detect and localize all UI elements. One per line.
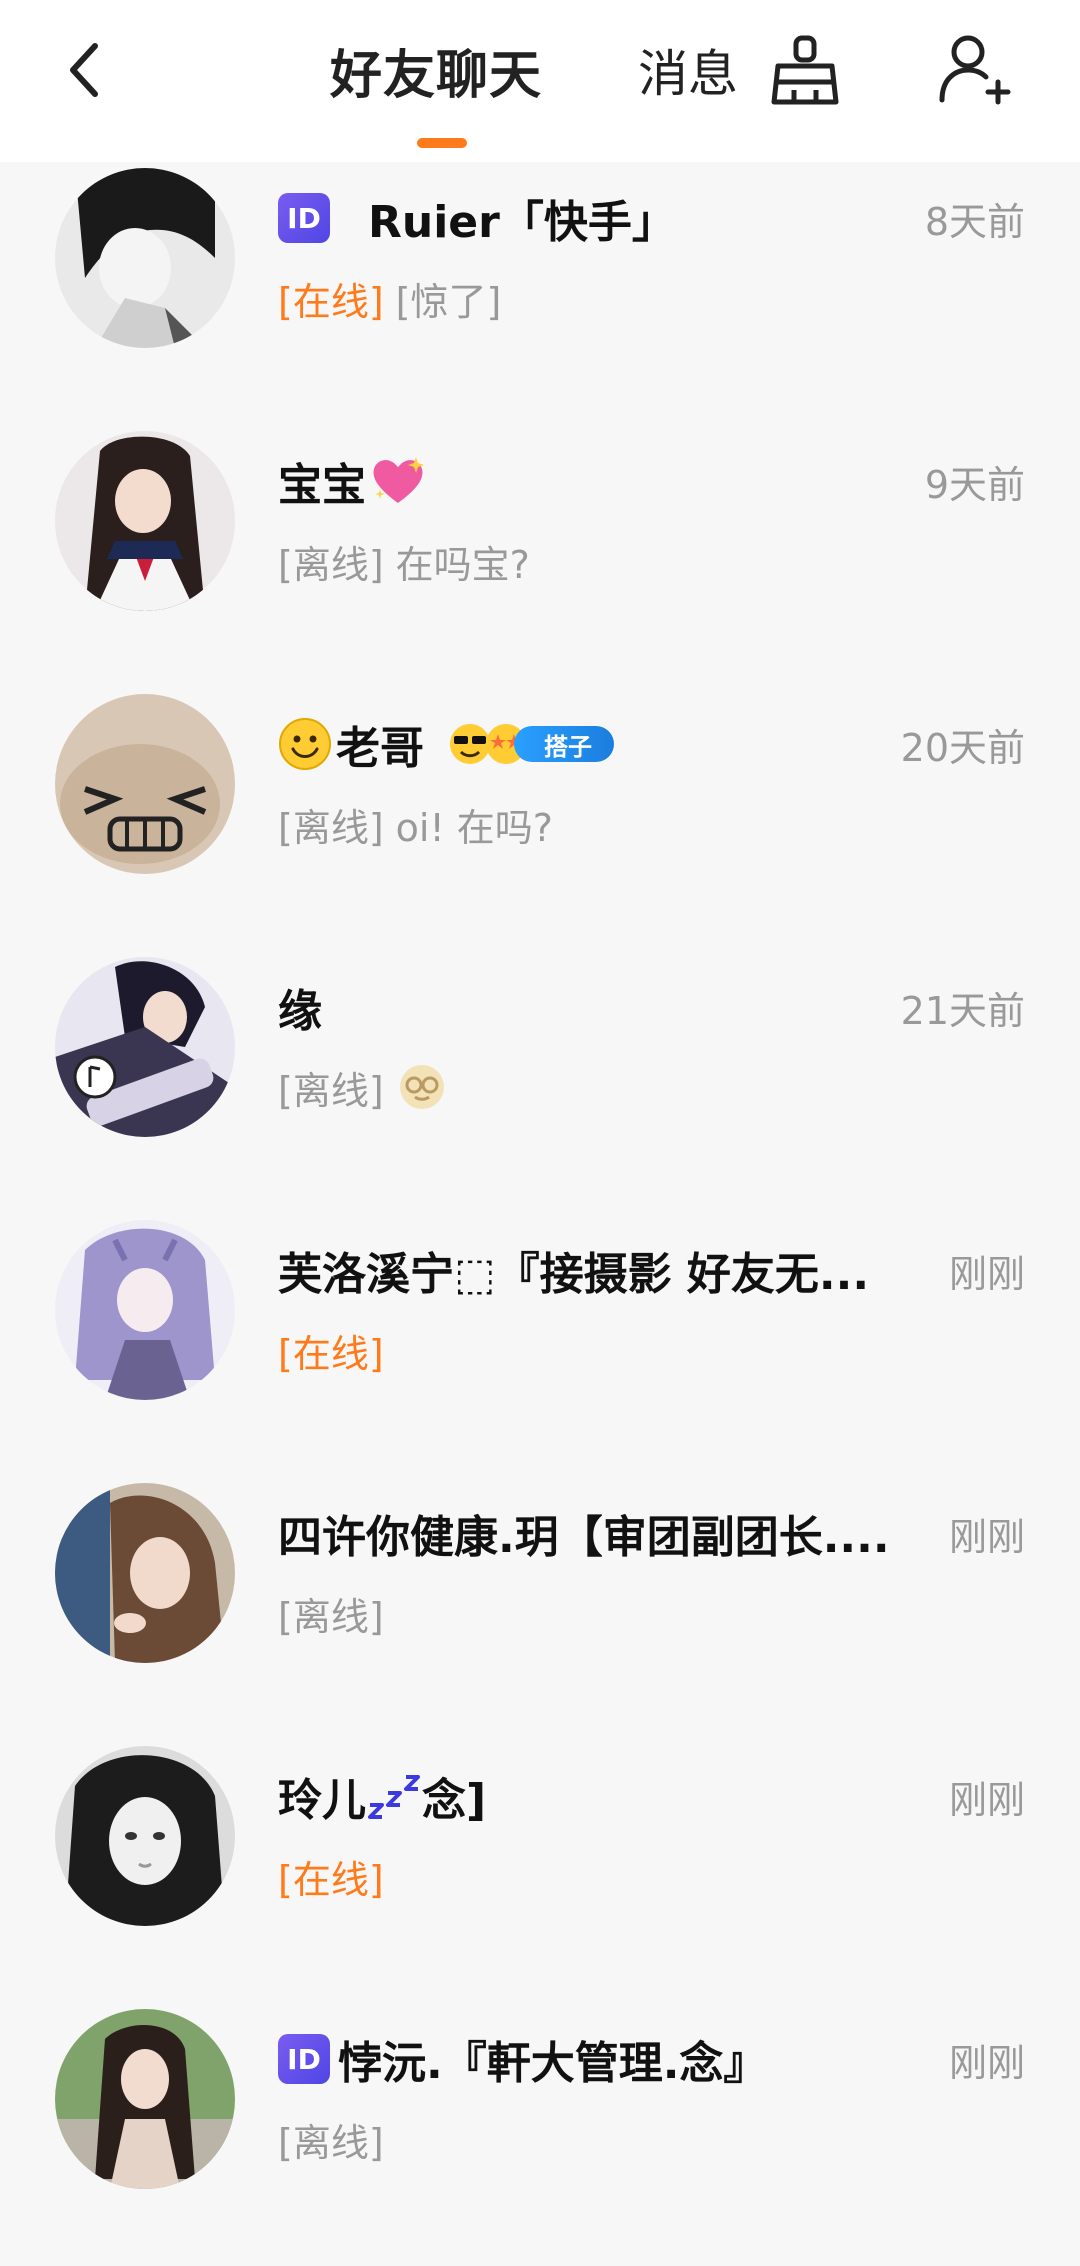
contact-name: 四许你健康.玥【审团副团长.... bbox=[278, 1512, 890, 1563]
last-message-time: 刚刚 bbox=[948, 1514, 1025, 1559]
conversation-row[interactable]: 老哥 搭子 20天前 [离线] oi! 在吗? bbox=[0, 688, 1080, 951]
avatar bbox=[55, 694, 235, 874]
contact-name: Ruier「快手」 bbox=[368, 197, 676, 248]
contact-name-line: ID 悖沅.『軒大管理.念』 bbox=[278, 2029, 767, 2089]
clean-button[interactable] bbox=[768, 30, 842, 110]
contact-name: 老哥 bbox=[336, 723, 424, 774]
back-button[interactable] bbox=[50, 30, 120, 110]
last-message: [惊了] bbox=[395, 279, 502, 324]
avatar bbox=[55, 1483, 235, 1663]
last-message-time: 刚刚 bbox=[948, 2040, 1025, 2085]
contact-name: 芙洛溪宁⬚『接摄影 好友无... bbox=[278, 1249, 870, 1300]
contact-name-line: 玲儿 念] bbox=[278, 1766, 486, 1826]
conversation-row[interactable]: 芙洛溪宁⬚『接摄影 好友无... 刚刚 [在线] bbox=[0, 1214, 1080, 1477]
contact-name: 宝宝 bbox=[278, 460, 366, 511]
message-preview: [离线] bbox=[278, 1059, 446, 1115]
contact-name-line: 芙洛溪宁⬚『接摄影 好友无... bbox=[278, 1240, 869, 1300]
active-tab-indicator bbox=[417, 138, 467, 148]
conversation-row[interactable]: ID Ruier「快手」 8天前 [在线] [惊了] bbox=[0, 162, 1080, 425]
tab-messages[interactable]: 消息 bbox=[638, 30, 738, 110]
broom-icon bbox=[771, 35, 839, 105]
offline-status: [离线] bbox=[278, 1594, 384, 1639]
tab-friend-chat[interactable]: 好友聊天 bbox=[330, 30, 542, 110]
nerd-face-sticker-icon bbox=[399, 1065, 444, 1109]
offline-status: [离线] bbox=[278, 542, 384, 587]
avatar bbox=[55, 957, 235, 1137]
message-preview: [离线] bbox=[278, 1585, 384, 1641]
last-message-time: 刚刚 bbox=[948, 1251, 1025, 1296]
conversation-row[interactable]: 缘 21天前 [离线] bbox=[0, 951, 1080, 1214]
last-message-time: 21天前 bbox=[900, 988, 1025, 1033]
contact-name: 悖沅.『軒大管理.念』 bbox=[338, 2038, 768, 2089]
id-badge: ID bbox=[278, 2034, 330, 2084]
message-preview: [离线] oi! 在吗? bbox=[278, 796, 553, 852]
last-message-time: 9天前 bbox=[924, 462, 1025, 507]
offline-status: [离线] bbox=[278, 1068, 384, 1113]
conversation-row[interactable]: 玲儿 念] 刚刚 [在线] bbox=[0, 1740, 1080, 2003]
message-preview: [离线] 在吗宝? bbox=[278, 533, 530, 589]
last-message: 在吗宝? bbox=[395, 542, 530, 587]
contact-name: 缘 bbox=[278, 986, 322, 1037]
contact-name-line: 四许你健康.玥【审团副团长.... bbox=[278, 1503, 890, 1563]
contact-name-line: 缘 bbox=[278, 977, 322, 1037]
contact-name-line: ID Ruier「快手」 bbox=[278, 188, 676, 248]
avatar bbox=[55, 1220, 235, 1400]
avatar bbox=[55, 1746, 235, 1926]
message-preview: [在线] bbox=[278, 1322, 384, 1378]
conversation-row[interactable]: 宝宝 9天前 [离线] 在吗宝? bbox=[0, 425, 1080, 688]
add-friend-button[interactable] bbox=[932, 30, 1012, 110]
online-status: [在线] bbox=[278, 1857, 384, 1902]
avatar bbox=[55, 431, 235, 611]
message-preview: [离线] bbox=[278, 2111, 384, 2167]
avatar bbox=[55, 2009, 235, 2189]
avatar bbox=[55, 168, 235, 348]
id-badge: ID bbox=[278, 193, 330, 243]
sleeping-zzz-icon bbox=[368, 1775, 420, 1819]
online-status: [在线] bbox=[278, 279, 384, 324]
offline-status: [离线] bbox=[278, 805, 384, 850]
contact-name-line: 宝宝 bbox=[278, 451, 426, 511]
add-friend-icon bbox=[939, 35, 1011, 105]
last-message-time: 刚刚 bbox=[948, 1777, 1025, 1822]
offline-status: [离线] bbox=[278, 2120, 384, 2165]
sparkling-heart-icon bbox=[373, 457, 424, 503]
top-bar: 好友聊天 消息 bbox=[0, 0, 1080, 162]
back-arrow-icon bbox=[70, 43, 98, 97]
last-message: oi! 在吗? bbox=[395, 805, 553, 850]
message-preview: [在线] [惊了] bbox=[278, 270, 501, 326]
conversation-row[interactable]: 四许你健康.玥【审团副团长.... 刚刚 [离线] bbox=[0, 1477, 1080, 1740]
last-message-time: 20天前 bbox=[900, 725, 1025, 770]
online-status: [在线] bbox=[278, 1331, 384, 1376]
contact-name: 玲儿 bbox=[278, 1775, 366, 1826]
message-preview: [在线] bbox=[278, 1848, 384, 1904]
last-message-time: 8天前 bbox=[924, 199, 1025, 244]
smiley-face-icon bbox=[279, 718, 331, 770]
contact-name-suffix: 念] bbox=[422, 1775, 487, 1826]
conversation-row[interactable]: ID 悖沅.『軒大管理.念』 刚刚 [离线] bbox=[0, 2003, 1080, 2266]
partner-tag-badge: 搭子 bbox=[514, 726, 614, 762]
contact-name-line: 老哥 搭子 bbox=[278, 714, 614, 774]
